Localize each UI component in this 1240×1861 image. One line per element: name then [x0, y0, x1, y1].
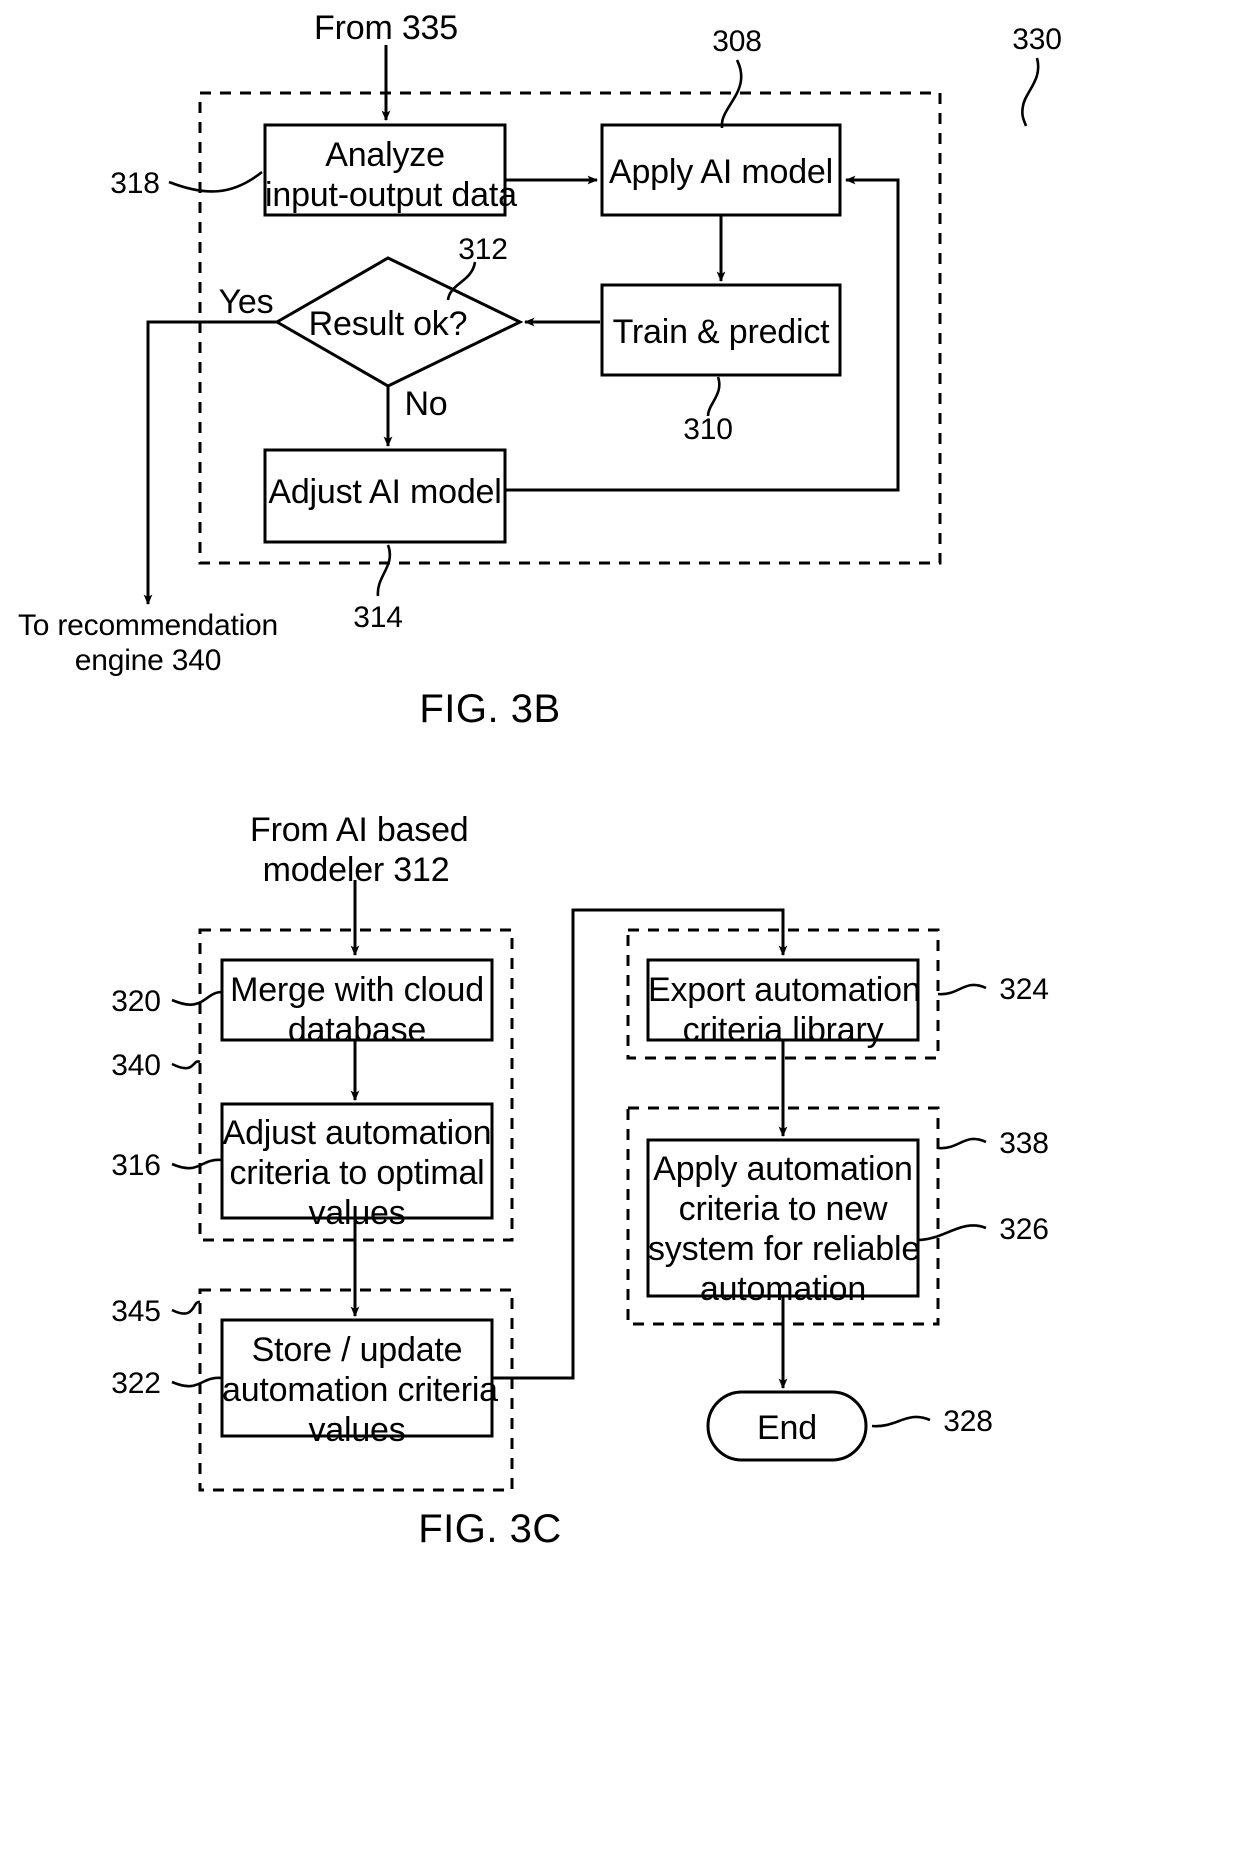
- box-train-predict-label: Train & predict: [612, 313, 830, 351]
- ref-340: 340: [111, 1049, 161, 1082]
- ref-312: 312: [458, 233, 508, 266]
- decision-result-ok-label: Result ok?: [308, 305, 468, 343]
- leader-310: [706, 376, 721, 417]
- box-apply-ai-model-label: Apply AI model: [609, 153, 833, 191]
- ref-330: 330: [1012, 23, 1062, 56]
- leader-338: [937, 1137, 987, 1150]
- fig3b-entry-label: From 335: [314, 9, 458, 47]
- edge-label-yes: Yes: [218, 283, 274, 321]
- ref-322: 322: [111, 1367, 161, 1400]
- leader-322: [171, 1376, 223, 1388]
- fig3c-entry-label: From AI based modeler 312: [250, 811, 469, 890]
- ref-310: 310: [683, 413, 733, 446]
- box-adjust-criteria-label: Adjust automation criteria to optimal va…: [222, 1114, 492, 1233]
- ref-345: 345: [111, 1295, 161, 1328]
- ref-324: 324: [999, 973, 1049, 1006]
- ref-316: 316: [111, 1149, 161, 1182]
- leader-340: [171, 1060, 201, 1070]
- ref-318: 318: [110, 167, 160, 200]
- ref-308: 308: [712, 25, 762, 58]
- leader-345: [171, 1300, 201, 1315]
- fig3b-caption: FIG. 3B: [419, 687, 561, 731]
- box-store-update-label: Store / update automation criteria value…: [222, 1331, 498, 1450]
- ref-338: 338: [999, 1127, 1049, 1160]
- box-analyze-label: Analyze input-output data: [265, 136, 517, 215]
- diagram-vector-layer: [143, 45, 1040, 1492]
- ref-328: 328: [943, 1405, 993, 1438]
- ref-314: 314: [353, 601, 403, 634]
- box-apply-new-system-label: Apply automation criteria to new system …: [648, 1150, 921, 1309]
- terminator-end-label: End: [757, 1409, 817, 1447]
- fig3c-caption: FIG. 3C: [418, 1507, 562, 1551]
- arrow-decision-yes-to-recommendation: [143, 320, 277, 605]
- patent-figure-page: From 335 Analyze input-output data Apply…: [0, 0, 1240, 1861]
- leader-328: [871, 1415, 931, 1428]
- ref-326: 326: [999, 1213, 1049, 1246]
- leader-324: [937, 983, 987, 996]
- ref-320: 320: [111, 985, 161, 1018]
- box-merge-cloud-label: Merge with cloud database: [230, 971, 484, 1050]
- fig3b-exit-label: To recommendation engine 340: [17, 609, 279, 678]
- leader-326: [917, 1224, 987, 1242]
- edge-label-no: No: [404, 385, 448, 423]
- leader-330: [1021, 57, 1040, 127]
- leader-316: [171, 1158, 223, 1170]
- box-export-library-label: Export automation criteria library: [648, 971, 921, 1050]
- leader-318: [168, 170, 263, 193]
- box-adjust-ai-model-label: Adjust AI model: [268, 473, 502, 511]
- leader-320: [171, 990, 223, 1006]
- leader-314: [376, 544, 392, 597]
